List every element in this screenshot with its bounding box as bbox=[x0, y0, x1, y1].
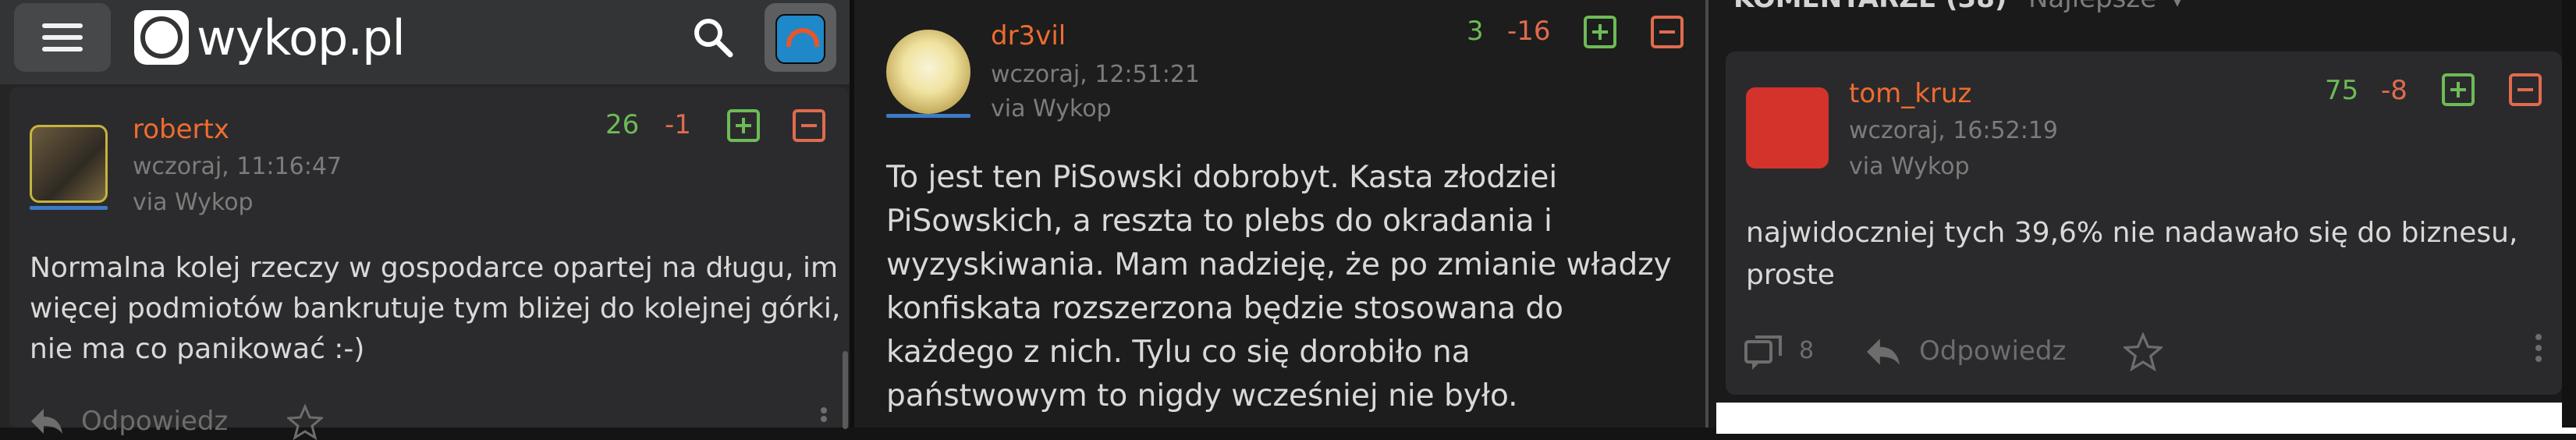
replies-count-icon[interactable] bbox=[1743, 334, 1783, 374]
search-icon[interactable] bbox=[690, 14, 736, 61]
logo-text: wykop.pl bbox=[197, 9, 406, 66]
comment-line: To jest ten PiSowski dobrobyt. Kasta zło… bbox=[886, 160, 1558, 195]
comment-line: państwowym to nigdy wcześniej nie było. bbox=[886, 378, 1518, 413]
next-comment-card bbox=[1716, 403, 2576, 434]
comment-line: najwidoczniej tych 39,6% nie nadawało si… bbox=[1746, 217, 2518, 249]
comment-line: każdego z nich. Tylu co się dorobiło na bbox=[886, 335, 1471, 370]
reply-icon[interactable] bbox=[30, 406, 64, 437]
more-options-icon[interactable] bbox=[2535, 334, 2543, 368]
comment-body: To jest ten PiSowski dobrobyt. Kasta zło… bbox=[886, 156, 1705, 418]
upvote-count: 75 bbox=[2325, 75, 2359, 106]
comment-line: Normalna kolej rzeczy w gospodarce opart… bbox=[30, 252, 839, 284]
comment-line: PiSowskich, a reszta to plebs do okradan… bbox=[886, 204, 1552, 239]
scrollbar-track bbox=[2562, 0, 2576, 428]
comments-header-title: KOMENTARZE (38) bbox=[1733, 0, 2007, 14]
comment-timestamp: wczoraj, 12:51:21 bbox=[991, 61, 1200, 88]
scrollbar[interactable] bbox=[843, 351, 848, 429]
hamburger-menu-button[interactable] bbox=[14, 3, 111, 72]
avatar-underline bbox=[30, 206, 108, 210]
hamburger-menu-icon bbox=[42, 23, 83, 28]
user-profile-icon bbox=[775, 14, 825, 64]
comment-body: Normalna kolej rzeczy w gospodarce opart… bbox=[30, 248, 841, 370]
upvote-button[interactable] bbox=[727, 109, 760, 142]
comment-via: via Wykop bbox=[1849, 153, 1970, 180]
comment-line: konfiskata rozszerzona będzie stosowana … bbox=[886, 291, 1563, 326]
sort-label: Najlepsze bbox=[2028, 0, 2156, 14]
upvote-count: 3 bbox=[1467, 16, 1484, 47]
comment-line: proste bbox=[1746, 259, 1835, 291]
favorite-star-icon[interactable] bbox=[2124, 332, 2163, 371]
reply-button[interactable]: Odpowiedz bbox=[1919, 335, 2066, 367]
comment-line: wyzyskiwania. Mam nadzieję, że po zmiani… bbox=[886, 247, 1672, 282]
comment-timestamp: wczoraj, 16:52:19 bbox=[1849, 117, 2058, 144]
hamburger-line bbox=[42, 35, 83, 40]
downvote-count: -16 bbox=[1507, 16, 1551, 47]
avatar[interactable] bbox=[886, 30, 970, 114]
avatar-underline bbox=[886, 114, 970, 118]
downvote-button[interactable] bbox=[793, 109, 825, 142]
comment-line: nie ma co panikować :-) bbox=[30, 333, 365, 365]
comment-via: via Wykop bbox=[991, 95, 1112, 122]
avatar[interactable] bbox=[1746, 87, 1829, 169]
upvote-count: 26 bbox=[605, 109, 640, 140]
comment-author[interactable]: robertx bbox=[133, 114, 229, 145]
upvote-button[interactable] bbox=[1584, 16, 1616, 48]
sort-dropdown[interactable]: Najlepsze ▾ bbox=[2028, 0, 2182, 14]
downvote-count: -8 bbox=[2381, 75, 2407, 106]
upvote-button[interactable] bbox=[2442, 73, 2475, 106]
downvote-button[interactable] bbox=[2509, 73, 2542, 106]
panel-divider bbox=[850, 0, 854, 428]
comment-via: via Wykop bbox=[133, 189, 254, 216]
avatar[interactable] bbox=[30, 125, 108, 203]
replies-count: 8 bbox=[1799, 337, 1815, 364]
downvote-count: -1 bbox=[665, 109, 691, 140]
comment-body: najwidoczniej tych 39,6% nie nadawało si… bbox=[1746, 212, 2549, 296]
top-navigation-bar: wykop.pl bbox=[0, 0, 853, 84]
hamburger-line bbox=[42, 47, 83, 51]
downvote-button[interactable] bbox=[1651, 16, 1684, 48]
comment-timestamp: wczoraj, 11:16:47 bbox=[133, 153, 342, 180]
reply-button[interactable]: Odpowiedz bbox=[81, 406, 228, 437]
comment-line: więcej podmiotów bankrutuje tym bliżej d… bbox=[30, 293, 841, 325]
chevron-down-icon: ▾ bbox=[2172, 0, 2182, 12]
favorite-star-icon[interactable] bbox=[287, 404, 323, 440]
user-profile-button[interactable] bbox=[765, 3, 836, 72]
reply-icon[interactable] bbox=[1865, 335, 1902, 368]
comment-author[interactable]: tom_kruz bbox=[1849, 78, 1971, 109]
wykop-logo-icon bbox=[134, 10, 189, 65]
wykop-logo[interactable]: wykop.pl bbox=[134, 6, 406, 69]
comment-author[interactable]: dr3vil bbox=[991, 20, 1066, 51]
